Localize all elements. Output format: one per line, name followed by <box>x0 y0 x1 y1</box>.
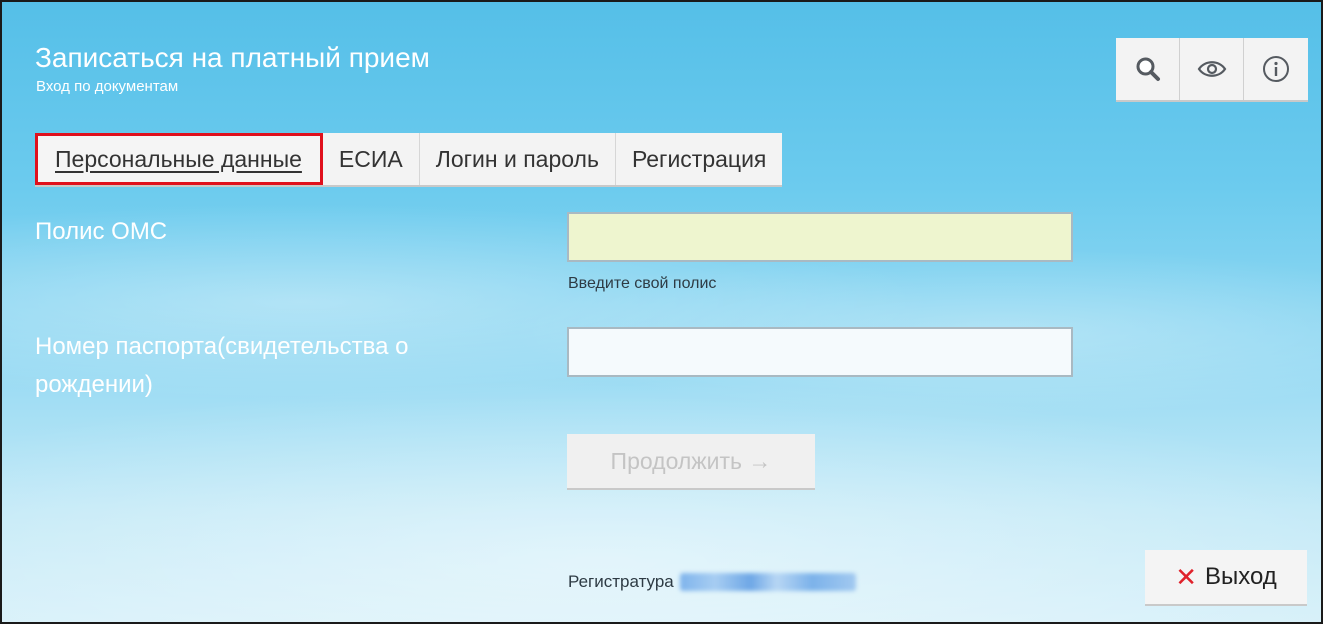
passport-label-line1: Номер паспорта(свидетельства о <box>35 333 409 360</box>
close-icon: ✕ <box>1175 561 1197 592</box>
oms-hint: Введите свой полис <box>568 275 717 292</box>
tab-personal-data[interactable]: Персональные данные <box>35 133 323 185</box>
continue-button[interactable]: Продолжить → <box>567 434 815 488</box>
oms-input[interactable] <box>567 212 1073 262</box>
passport-input[interactable] <box>567 327 1073 377</box>
oms-label: Полис ОМС <box>35 218 168 245</box>
tab-registration[interactable]: Регистрация <box>616 133 782 185</box>
registry-info: Регистратура <box>568 572 856 592</box>
page-subtitle: Вход по документам <box>36 78 179 95</box>
eye-icon <box>1197 61 1226 77</box>
login-tabs: Персональные данные ЕСИА Логин и пароль … <box>35 133 783 185</box>
search-button[interactable] <box>1116 38 1180 100</box>
page-title: Записаться на платный прием <box>35 42 430 73</box>
registry-label: Регистратура <box>568 572 674 591</box>
exit-button[interactable]: ✕ Выход <box>1145 550 1307 604</box>
registry-name-redacted <box>679 573 856 591</box>
exit-label: Выход <box>1204 563 1277 590</box>
accessibility-button[interactable] <box>1180 38 1244 100</box>
tab-esia[interactable]: ЕСИА <box>323 133 420 185</box>
tab-login-password[interactable]: Логин и пароль <box>420 133 616 185</box>
toolbar-icons <box>1116 38 1308 100</box>
app-window: Записаться на платный прием Вход по доку… <box>0 0 1323 624</box>
search-icon <box>1136 57 1160 81</box>
passport-label-line2: рождении) <box>35 371 153 398</box>
info-icon <box>1263 56 1289 82</box>
info-button[interactable] <box>1244 38 1308 100</box>
